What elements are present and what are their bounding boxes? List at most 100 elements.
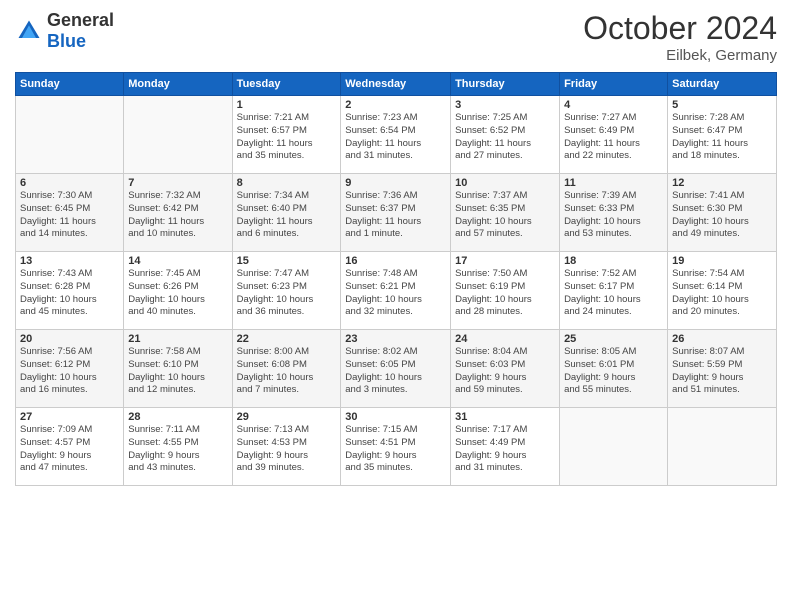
calendar-cell: 24Sunrise: 8:04 AM Sunset: 6:03 PM Dayli… — [451, 330, 560, 408]
logo-general: General — [47, 10, 114, 30]
week-row-1: 1Sunrise: 7:21 AM Sunset: 6:57 PM Daylig… — [16, 96, 777, 174]
day-detail: Sunrise: 8:05 AM Sunset: 6:01 PM Dayligh… — [564, 346, 636, 395]
day-number: 27 — [20, 411, 119, 423]
day-detail: Sunrise: 8:00 AM Sunset: 6:08 PM Dayligh… — [237, 346, 314, 395]
day-number: 25 — [564, 333, 663, 345]
day-detail: Sunrise: 7:58 AM Sunset: 6:10 PM Dayligh… — [128, 346, 205, 395]
day-detail: Sunrise: 7:37 AM Sunset: 6:35 PM Dayligh… — [455, 190, 532, 239]
week-row-4: 20Sunrise: 7:56 AM Sunset: 6:12 PM Dayli… — [16, 330, 777, 408]
calendar-cell — [668, 408, 777, 486]
day-detail: Sunrise: 7:28 AM Sunset: 6:47 PM Dayligh… — [672, 112, 748, 161]
calendar-subtitle: Eilbek, Germany — [583, 47, 777, 64]
day-number: 15 — [237, 255, 337, 267]
day-number: 1 — [237, 99, 337, 111]
calendar-cell: 31Sunrise: 7:17 AM Sunset: 4:49 PM Dayli… — [451, 408, 560, 486]
calendar-cell — [560, 408, 668, 486]
header: General Blue October 2024 Eilbek, German… — [15, 10, 777, 64]
calendar-title: October 2024 — [583, 10, 777, 47]
day-number: 24 — [455, 333, 555, 345]
week-row-2: 6Sunrise: 7:30 AM Sunset: 6:45 PM Daylig… — [16, 174, 777, 252]
calendar-cell: 16Sunrise: 7:48 AM Sunset: 6:21 PM Dayli… — [341, 252, 451, 330]
day-number: 6 — [20, 177, 119, 189]
calendar-cell: 10Sunrise: 7:37 AM Sunset: 6:35 PM Dayli… — [451, 174, 560, 252]
day-number: 13 — [20, 255, 119, 267]
day-detail: Sunrise: 7:27 AM Sunset: 6:49 PM Dayligh… — [564, 112, 640, 161]
day-number: 9 — [345, 177, 446, 189]
calendar-table: SundayMondayTuesdayWednesdayThursdayFrid… — [15, 72, 777, 486]
logo-text: General Blue — [47, 10, 114, 52]
day-detail: Sunrise: 7:47 AM Sunset: 6:23 PM Dayligh… — [237, 268, 314, 317]
day-header-thursday: Thursday — [451, 73, 560, 96]
calendar-cell: 6Sunrise: 7:30 AM Sunset: 6:45 PM Daylig… — [16, 174, 124, 252]
calendar-cell: 23Sunrise: 8:02 AM Sunset: 6:05 PM Dayli… — [341, 330, 451, 408]
calendar-cell: 18Sunrise: 7:52 AM Sunset: 6:17 PM Dayli… — [560, 252, 668, 330]
day-number: 23 — [345, 333, 446, 345]
day-detail: Sunrise: 7:39 AM Sunset: 6:33 PM Dayligh… — [564, 190, 641, 239]
day-detail: Sunrise: 7:50 AM Sunset: 6:19 PM Dayligh… — [455, 268, 532, 317]
calendar-cell: 13Sunrise: 7:43 AM Sunset: 6:28 PM Dayli… — [16, 252, 124, 330]
calendar-cell: 8Sunrise: 7:34 AM Sunset: 6:40 PM Daylig… — [232, 174, 341, 252]
day-detail: Sunrise: 8:04 AM Sunset: 6:03 PM Dayligh… — [455, 346, 527, 395]
day-number: 8 — [237, 177, 337, 189]
calendar-page: General Blue October 2024 Eilbek, German… — [0, 0, 792, 612]
day-detail: Sunrise: 7:36 AM Sunset: 6:37 PM Dayligh… — [345, 190, 421, 239]
calendar-cell: 2Sunrise: 7:23 AM Sunset: 6:54 PM Daylig… — [341, 96, 451, 174]
day-number: 28 — [128, 411, 227, 423]
day-header-tuesday: Tuesday — [232, 73, 341, 96]
day-detail: Sunrise: 7:54 AM Sunset: 6:14 PM Dayligh… — [672, 268, 749, 317]
day-number: 17 — [455, 255, 555, 267]
day-detail: Sunrise: 8:07 AM Sunset: 5:59 PM Dayligh… — [672, 346, 744, 395]
calendar-cell: 30Sunrise: 7:15 AM Sunset: 4:51 PM Dayli… — [341, 408, 451, 486]
title-block: October 2024 Eilbek, Germany — [583, 10, 777, 64]
calendar-cell: 7Sunrise: 7:32 AM Sunset: 6:42 PM Daylig… — [124, 174, 232, 252]
day-detail: Sunrise: 7:21 AM Sunset: 6:57 PM Dayligh… — [237, 112, 313, 161]
calendar-cell: 5Sunrise: 7:28 AM Sunset: 6:47 PM Daylig… — [668, 96, 777, 174]
calendar-cell: 27Sunrise: 7:09 AM Sunset: 4:57 PM Dayli… — [16, 408, 124, 486]
week-row-5: 27Sunrise: 7:09 AM Sunset: 4:57 PM Dayli… — [16, 408, 777, 486]
day-detail: Sunrise: 7:34 AM Sunset: 6:40 PM Dayligh… — [237, 190, 313, 239]
day-detail: Sunrise: 7:30 AM Sunset: 6:45 PM Dayligh… — [20, 190, 96, 239]
day-detail: Sunrise: 7:48 AM Sunset: 6:21 PM Dayligh… — [345, 268, 422, 317]
day-detail: Sunrise: 7:41 AM Sunset: 6:30 PM Dayligh… — [672, 190, 749, 239]
day-detail: Sunrise: 7:09 AM Sunset: 4:57 PM Dayligh… — [20, 424, 92, 473]
day-header-wednesday: Wednesday — [341, 73, 451, 96]
day-number: 14 — [128, 255, 227, 267]
calendar-cell: 1Sunrise: 7:21 AM Sunset: 6:57 PM Daylig… — [232, 96, 341, 174]
day-number: 31 — [455, 411, 555, 423]
calendar-cell — [16, 96, 124, 174]
day-header-monday: Monday — [124, 73, 232, 96]
day-number: 3 — [455, 99, 555, 111]
calendar-cell: 26Sunrise: 8:07 AM Sunset: 5:59 PM Dayli… — [668, 330, 777, 408]
day-detail: Sunrise: 7:45 AM Sunset: 6:26 PM Dayligh… — [128, 268, 205, 317]
day-detail: Sunrise: 8:02 AM Sunset: 6:05 PM Dayligh… — [345, 346, 422, 395]
day-number: 18 — [564, 255, 663, 267]
header-row: SundayMondayTuesdayWednesdayThursdayFrid… — [16, 73, 777, 96]
day-number: 5 — [672, 99, 772, 111]
logo-blue: Blue — [47, 31, 86, 51]
day-number: 26 — [672, 333, 772, 345]
logo: General Blue — [15, 10, 114, 52]
calendar-cell: 29Sunrise: 7:13 AM Sunset: 4:53 PM Dayli… — [232, 408, 341, 486]
day-detail: Sunrise: 7:15 AM Sunset: 4:51 PM Dayligh… — [345, 424, 417, 473]
day-detail: Sunrise: 7:17 AM Sunset: 4:49 PM Dayligh… — [455, 424, 527, 473]
day-detail: Sunrise: 7:52 AM Sunset: 6:17 PM Dayligh… — [564, 268, 641, 317]
day-number: 29 — [237, 411, 337, 423]
calendar-cell: 19Sunrise: 7:54 AM Sunset: 6:14 PM Dayli… — [668, 252, 777, 330]
calendar-cell: 21Sunrise: 7:58 AM Sunset: 6:10 PM Dayli… — [124, 330, 232, 408]
calendar-cell: 3Sunrise: 7:25 AM Sunset: 6:52 PM Daylig… — [451, 96, 560, 174]
day-number: 12 — [672, 177, 772, 189]
day-detail: Sunrise: 7:43 AM Sunset: 6:28 PM Dayligh… — [20, 268, 97, 317]
day-number: 2 — [345, 99, 446, 111]
day-detail: Sunrise: 7:56 AM Sunset: 6:12 PM Dayligh… — [20, 346, 97, 395]
calendar-cell: 4Sunrise: 7:27 AM Sunset: 6:49 PM Daylig… — [560, 96, 668, 174]
day-number: 16 — [345, 255, 446, 267]
day-number: 30 — [345, 411, 446, 423]
calendar-cell: 22Sunrise: 8:00 AM Sunset: 6:08 PM Dayli… — [232, 330, 341, 408]
day-number: 4 — [564, 99, 663, 111]
day-number: 20 — [20, 333, 119, 345]
day-number: 22 — [237, 333, 337, 345]
day-detail: Sunrise: 7:32 AM Sunset: 6:42 PM Dayligh… — [128, 190, 204, 239]
calendar-cell: 25Sunrise: 8:05 AM Sunset: 6:01 PM Dayli… — [560, 330, 668, 408]
day-detail: Sunrise: 7:11 AM Sunset: 4:55 PM Dayligh… — [128, 424, 200, 473]
day-header-sunday: Sunday — [16, 73, 124, 96]
